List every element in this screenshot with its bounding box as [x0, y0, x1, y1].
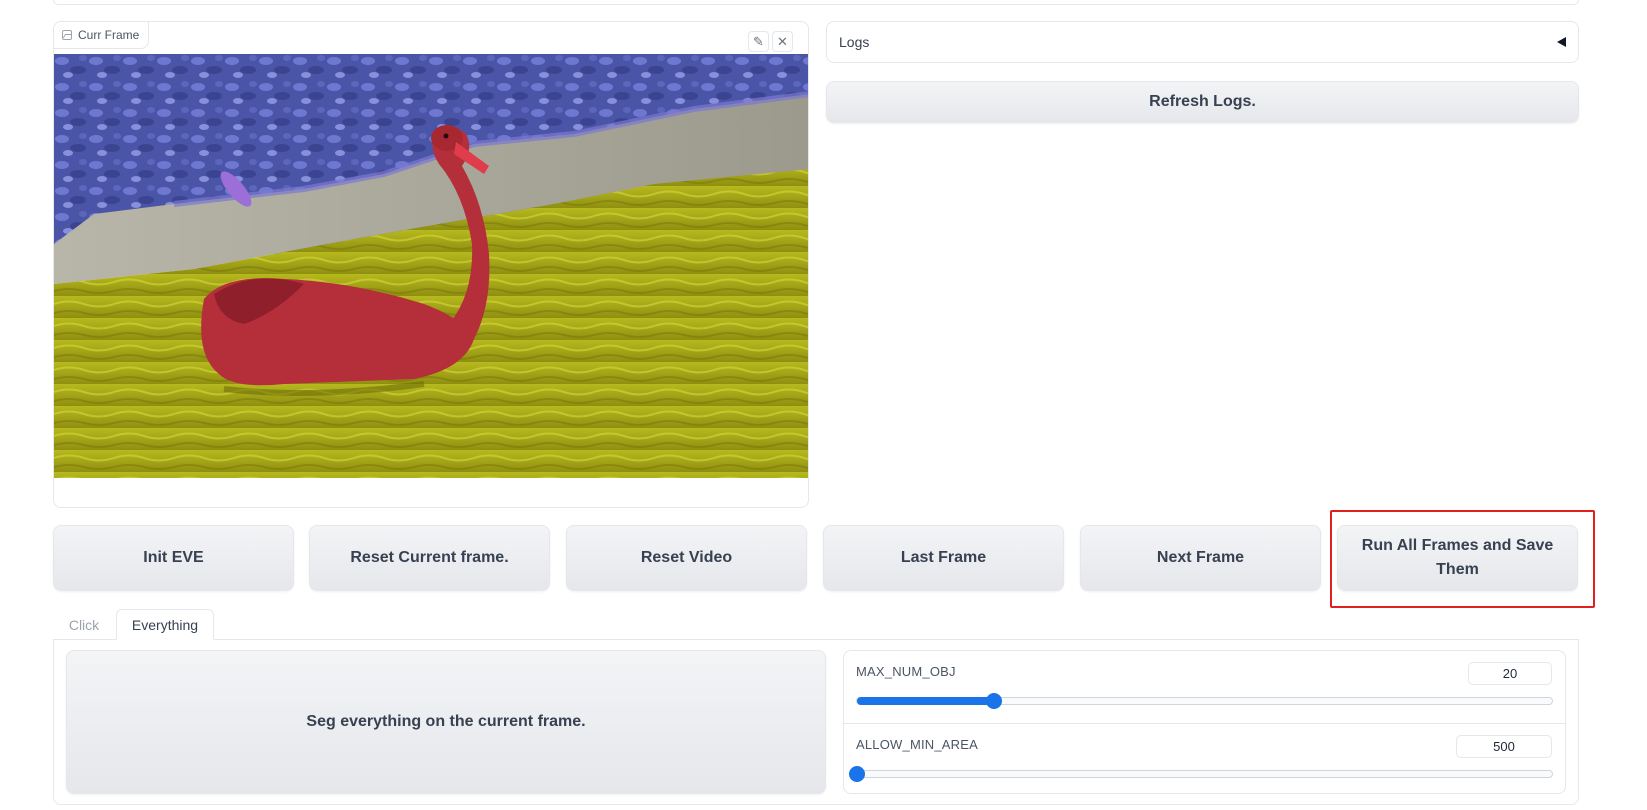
slider-panel: MAX_NUM_OBJ 20 ALLOW_MIN_AREA 500: [843, 650, 1566, 794]
max-num-obj-label: MAX_NUM_OBJ: [856, 664, 956, 679]
close-icon: ✕: [777, 33, 788, 49]
image-panel-label-text: Curr Frame: [78, 28, 140, 42]
current-frame-panel: Curr Frame ✎ ✕: [53, 21, 809, 508]
allow-min-area-label: ALLOW_MIN_AREA: [856, 737, 979, 752]
highlight-box: [1330, 510, 1595, 608]
segmentation-frame-image[interactable]: [54, 54, 808, 478]
segmented-swan-image: [54, 54, 808, 478]
next-frame-button[interactable]: Next Frame: [1080, 525, 1321, 591]
refresh-logs-button[interactable]: Refresh Logs.: [826, 81, 1579, 123]
image-panel-label: Curr Frame: [54, 22, 150, 49]
last-frame-button[interactable]: Last Frame: [823, 525, 1064, 591]
edit-image-button[interactable]: ✎: [748, 31, 769, 52]
max-num-obj-input[interactable]: 20: [1468, 662, 1552, 685]
allow-min-area-input[interactable]: 500: [1456, 735, 1552, 758]
collapse-left-icon: [1557, 37, 1566, 47]
logs-label: Logs: [839, 34, 870, 50]
max-num-obj-slider[interactable]: [856, 693, 1553, 709]
allow-min-area-slider[interactable]: [849, 766, 1553, 782]
clear-image-button[interactable]: ✕: [772, 31, 793, 52]
max-num-obj-slider-fill: [857, 697, 994, 705]
pencil-icon: ✎: [753, 33, 764, 49]
tab-click[interactable]: Click: [60, 609, 108, 640]
image-icon: [62, 30, 72, 40]
tab-everything[interactable]: Everything: [116, 609, 214, 640]
max-num-obj-slider-thumb[interactable]: [985, 693, 1002, 709]
reset-video-button[interactable]: Reset Video: [566, 525, 807, 591]
allow-min-area-slider-thumb[interactable]: [849, 766, 865, 782]
seg-everything-button[interactable]: Seg everything on the current frame.: [66, 650, 826, 794]
reset-current-frame-button[interactable]: Reset Current frame.: [309, 525, 550, 591]
allow-min-area-slider-block: ALLOW_MIN_AREA 500: [844, 723, 1565, 795]
top-divider: [53, 0, 1579, 5]
init-eve-button[interactable]: Init EVE: [53, 525, 294, 591]
logs-accordion[interactable]: Logs: [826, 21, 1579, 63]
max-num-obj-slider-block: MAX_NUM_OBJ 20: [844, 651, 1565, 723]
